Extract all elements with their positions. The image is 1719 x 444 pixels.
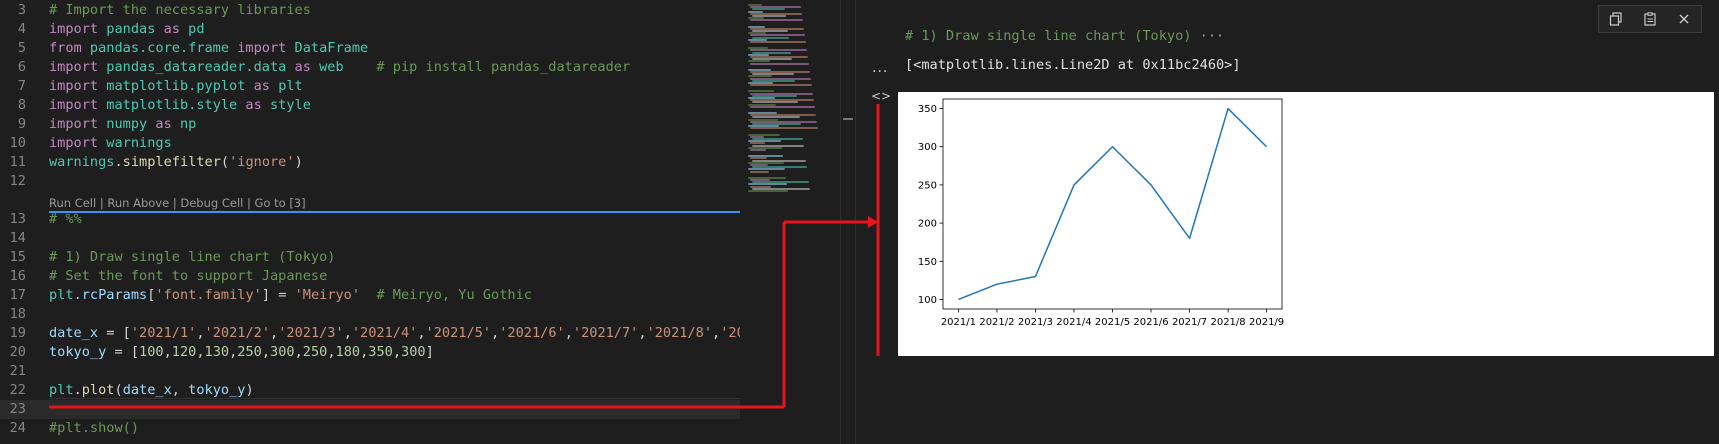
annotation-overlay <box>49 104 880 409</box>
